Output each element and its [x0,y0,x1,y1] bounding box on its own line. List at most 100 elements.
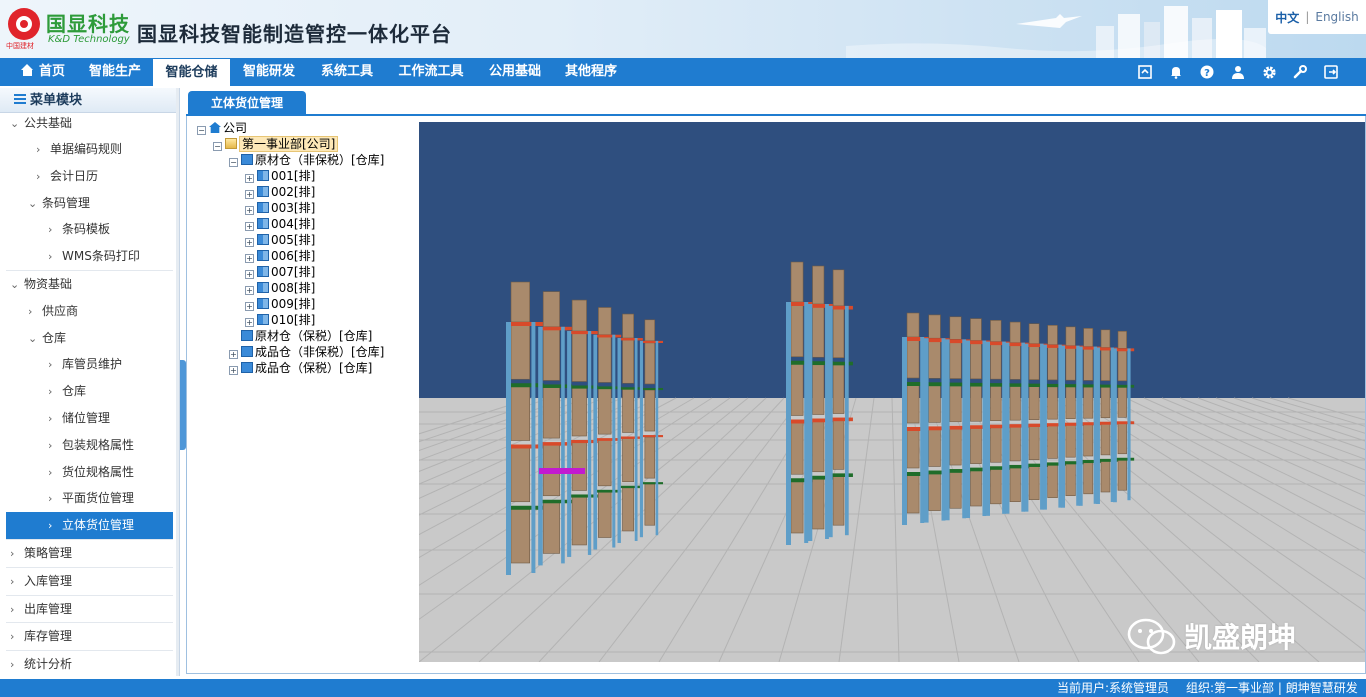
sidebar-item[interactable]: › 条码模板 [6,216,173,243]
sidebar-item[interactable]: › 策略管理 [6,540,173,567]
stock-box [1083,386,1094,419]
sidebar-item[interactable]: ⌄ 物资基础 [6,271,173,298]
tree-node-warehouse[interactable]: + 成品仓（非保税）[仓库] [229,344,384,360]
sidebar-item-label: 货位规格属性 [62,465,135,479]
nav-smart-warehouse[interactable]: 智能仓储 [153,59,230,86]
expand-toggle-icon[interactable]: + [229,366,238,375]
tree-node-rack-row[interactable]: +003[排] [245,200,315,216]
warehouse-icon [241,154,253,165]
tab-3d-location-management[interactable]: 立体货位管理 [188,91,306,116]
sidebar-item[interactable]: › WMS条码打印 [6,243,173,270]
expand-toggle-icon[interactable]: + [245,302,254,311]
nav-smart-production[interactable]: 智能生产 [80,58,150,86]
nav-home[interactable]: 首页 [8,58,78,86]
sidebar-item[interactable]: › 入库管理 [6,568,173,595]
sidebar-item[interactable]: › 出库管理 [6,596,173,623]
expand-toggle-icon[interactable]: + [245,254,254,263]
stock-box [1065,326,1076,346]
sidebar-item[interactable]: › 供应商 [6,298,173,325]
expand-toggle-icon[interactable]: + [245,222,254,231]
rack-beam [640,482,664,485]
sidebar-item[interactable]: ⌄ 条码管理 [6,190,173,217]
sidebar-item[interactable]: › 统计分析 [6,651,173,676]
logout-icon[interactable] [1322,63,1340,81]
sidebar-title-text: 菜单模块 [30,93,83,108]
expand-toggle-icon[interactable]: + [245,206,254,215]
nav-system-tools[interactable]: 系统工具 [312,58,382,86]
sidebar-item[interactable]: › 仓库 [6,378,173,405]
expand-toggle-icon[interactable]: + [245,190,254,199]
stock-box [949,316,962,340]
tree-node-warehouse[interactable]: + 成品仓（保税）[仓库] [229,360,372,376]
refresh-icon[interactable] [1136,63,1154,81]
warehouse-3d-scene[interactable] [419,122,1365,662]
tree-node-rack-row[interactable]: +002[排] [245,184,315,200]
tree-node-company[interactable]: − 公司 [197,120,247,136]
sidebar-item-label: 平面货位管理 [62,491,135,505]
sidebar-divider [6,270,173,271]
nav-workflow-tools[interactable]: 工作流工具 [390,58,472,86]
collapse-toggle-icon[interactable]: − [197,126,206,135]
sidebar-item[interactable]: › 会计日历 [6,163,173,190]
expand-toggle-icon[interactable]: + [245,318,254,327]
tree-node-warehouse[interactable]: − 原材仓（非保税）[仓库] [229,152,384,168]
collapse-toggle-icon[interactable]: − [213,142,222,151]
stock-box [1028,425,1040,460]
chevron-down-icon: ⌄ [10,278,20,291]
rack-post [844,305,849,536]
rack-post [807,304,813,541]
tree-node-rack-row[interactable]: +010[排] [245,312,315,328]
stock-box [812,305,825,358]
stock-box [928,314,941,339]
sidebar-item[interactable]: › 单据编码规则 [6,136,173,163]
sidebar-item[interactable]: ⌄ 公共基础 [6,110,173,137]
expand-toggle-icon[interactable]: + [245,286,254,295]
tree-node-rack-row[interactable]: +008[排] [245,280,315,296]
chevron-right-icon: › [48,466,53,479]
expand-toggle-icon[interactable]: + [245,270,254,279]
tree-node-rack-row[interactable]: +004[排] [245,216,315,232]
sidebar-item[interactable]: › 包装规格属性 [6,432,173,459]
stock-box [644,483,656,526]
sidebar-item[interactable]: › 货位规格属性 [6,459,173,486]
lang-chinese-link[interactable]: 中文 [1275,9,1299,26]
collapse-toggle-icon[interactable]: − [229,158,238,167]
user-icon[interactable] [1229,63,1247,81]
tree-node-rack-row[interactable]: +001[排] [245,168,315,184]
tree-node-rack-row[interactable]: +009[排] [245,296,315,312]
bell-icon[interactable] [1167,63,1185,81]
stock-box [1100,386,1111,419]
tree-node-division[interactable]: − 第一事业部[公司] [213,136,339,152]
sidebar-divider [6,650,173,651]
stock-box [906,312,920,338]
tree-node-rack-row[interactable]: +005[排] [245,232,315,248]
sidebar-item[interactable]: › 立体货位管理 [6,512,173,539]
wrench-icon[interactable] [1291,63,1309,81]
tree-node-rack-row[interactable]: +007[排] [245,264,315,280]
expand-toggle-icon[interactable]: + [229,350,238,359]
lang-english-link[interactable]: English [1315,10,1358,24]
sidebar-item[interactable]: › 库存管理 [6,623,173,650]
sidebar-divider [6,595,173,596]
sidebar-item[interactable]: › 平面货位管理 [6,485,173,512]
sidebar-item[interactable]: › 储位管理 [6,405,173,432]
expand-toggle-icon[interactable]: + [245,238,254,247]
sidebar-item[interactable]: ⌄ 仓库 [6,325,173,352]
rack-icon [257,218,269,229]
sidebar-item-label: 入库管理 [24,574,73,588]
chevron-right-icon: › [10,603,15,616]
nav-other-programs[interactable]: 其他程序 [556,58,626,86]
stock-box [1083,461,1094,495]
tree-node-rack-row[interactable]: +006[排] [245,248,315,264]
rack-post [639,340,643,538]
expand-toggle-icon[interactable]: + [245,174,254,183]
tree-node-warehouse[interactable]: 原材仓（保税）[仓库] [229,328,372,344]
sidebar-item-label: 仓库 [42,331,67,345]
sidebar-item[interactable]: › 库管员维护 [6,351,173,378]
nav-common-base[interactable]: 公用基础 [480,58,550,86]
rack-post [985,341,990,516]
nav-smart-rd[interactable]: 智能研发 [234,58,304,86]
help-icon[interactable]: ? [1198,63,1216,81]
rack-post [1060,345,1066,508]
gear-icon[interactable] [1260,63,1278,81]
